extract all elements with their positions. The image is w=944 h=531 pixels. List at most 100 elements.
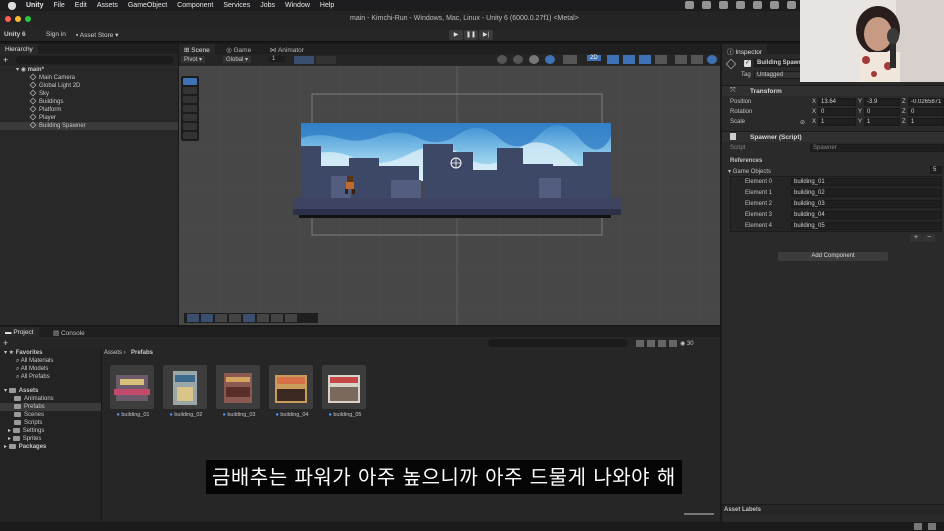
pause-button[interactable]: ❚❚	[464, 30, 478, 40]
visibility-icon[interactable]	[669, 339, 677, 347]
tab-inspector[interactable]: ⓘ Inspector	[722, 44, 768, 56]
notification-icon[interactable]	[928, 523, 936, 530]
rect-tool-icon[interactable]	[183, 114, 197, 121]
hierarchy-search-input[interactable]	[16, 56, 174, 64]
global-dropdown[interactable]: Global ▾	[223, 56, 252, 63]
prefab-building-02[interactable]: ● building_02	[163, 365, 209, 418]
favorites-item[interactable]: ⌕ All Prefabs	[16, 373, 50, 381]
status-icon[interactable]	[685, 1, 694, 9]
camera-icon[interactable]	[675, 55, 687, 64]
menu-window[interactable]: Window	[285, 2, 310, 9]
erase-tile-icon[interactable]	[257, 314, 269, 322]
folder-item[interactable]: Scripts	[14, 419, 42, 427]
scale-z-field[interactable]: 1	[908, 118, 944, 126]
list-item[interactable]: Element 4 building_05	[731, 222, 941, 232]
custom-tool-icon[interactable]	[183, 132, 197, 139]
menu-help[interactable]: Help	[320, 2, 334, 9]
fx-toggle-icon[interactable]	[639, 55, 651, 64]
paint-tile-icon[interactable]	[215, 314, 227, 322]
tab-game[interactable]: ◎ Game	[221, 44, 256, 54]
zoom-window-button[interactable]	[25, 16, 31, 22]
list-item[interactable]: Element 1 building_02	[731, 189, 941, 199]
pivot-dropdown[interactable]: Pivot ▾	[181, 56, 206, 63]
progress-icon[interactable]	[914, 523, 922, 530]
rotation-z-field[interactable]: 0	[908, 108, 944, 116]
step-button[interactable]: ▶|	[479, 30, 493, 40]
status-icon[interactable]	[770, 1, 779, 9]
minimize-window-button[interactable]	[15, 16, 21, 22]
snap-toggle-button[interactable]	[316, 56, 336, 64]
active-checkbox[interactable]: ✓	[744, 60, 751, 67]
hierarchy-item-building-spawner[interactable]: Building Spawner	[0, 122, 178, 130]
menu-file[interactable]: File	[54, 2, 65, 9]
pick-tile-icon[interactable]	[243, 314, 255, 322]
spawner-script-header[interactable]: Spawner (Script)	[722, 131, 944, 142]
menu-gameobject[interactable]: GameObject	[128, 2, 167, 9]
hierarchy-item-platform[interactable]: Platform	[0, 106, 178, 114]
tag-dropdown[interactable]: Untagged	[754, 71, 804, 79]
list-item[interactable]: Element 0 building_01	[731, 178, 941, 188]
scene-viewport[interactable]	[179, 66, 720, 325]
element-object-field[interactable]: building_01	[791, 178, 941, 186]
hierarchy-item-player[interactable]: Player	[0, 114, 178, 122]
folder-item[interactable]: ▸ Sprites	[8, 435, 41, 443]
status-icon[interactable]	[736, 1, 745, 9]
scale-tool-icon[interactable]	[183, 105, 197, 112]
prefab-building-05[interactable]: ● building_05	[322, 365, 368, 418]
rotation-y-field[interactable]: 0	[864, 108, 900, 116]
thumbnail-size-slider[interactable]	[684, 513, 714, 515]
constrain-scale-icon[interactable]: ⊘	[800, 119, 805, 126]
rotate-tile-icon[interactable]	[285, 314, 297, 322]
element-object-field[interactable]: building_04	[791, 211, 941, 219]
script-field[interactable]: Spawner	[810, 144, 944, 152]
move-tile-icon[interactable]	[201, 314, 213, 322]
hierarchy-item-sky[interactable]: Sky	[0, 90, 178, 98]
effects-icon[interactable]	[563, 55, 577, 64]
gizmos-icon[interactable]	[691, 55, 703, 64]
audio-toggle-icon[interactable]	[623, 55, 635, 64]
filter-label-icon[interactable]	[647, 339, 655, 347]
scale-y-field[interactable]: 1	[864, 118, 900, 126]
element-object-field[interactable]: building_05	[791, 222, 941, 230]
hidden-objects-icon[interactable]	[655, 55, 667, 64]
grid-toggle-button[interactable]	[294, 56, 314, 64]
rotation-x-field[interactable]: 0	[818, 108, 856, 116]
audio-icon[interactable]	[545, 55, 555, 64]
packages-row[interactable]: ▸ Packages	[4, 443, 46, 451]
transform-header[interactable]: Transform	[722, 85, 944, 96]
status-icon[interactable]	[753, 1, 762, 9]
asset-labels-bar[interactable]: Asset Labels	[722, 504, 944, 515]
menu-edit[interactable]: Edit	[75, 2, 87, 9]
hand-tool-icon[interactable]	[183, 78, 197, 85]
apple-icon[interactable]	[8, 1, 16, 10]
mode-2d-button[interactable]: 2D	[587, 55, 601, 61]
add-element-button[interactable]: +	[910, 234, 922, 242]
menu-assets[interactable]: Assets	[97, 2, 118, 9]
create-asset-button[interactable]: +	[3, 338, 8, 348]
scene-view-icon[interactable]	[707, 55, 717, 64]
shading-icon[interactable]	[513, 55, 523, 64]
tab-hierarchy[interactable]: Hierarchy	[0, 44, 38, 54]
move-tool-icon[interactable]	[183, 87, 197, 94]
play-button[interactable]: ▶	[449, 30, 463, 40]
tab-console[interactable]: ▤ Console	[48, 327, 90, 337]
folder-item-selected[interactable]: Prefabs	[0, 403, 101, 411]
grid-snap-input[interactable]: 1	[269, 56, 286, 62]
account-button[interactable]: Unity 6	[4, 31, 26, 38]
prefab-building-04[interactable]: ● building_04	[269, 365, 315, 418]
favorites-item[interactable]: ⌕ All Materials	[16, 357, 53, 365]
folder-item[interactable]: Animations	[14, 395, 54, 403]
menu-app-name[interactable]: Unity	[26, 2, 44, 9]
favorite-icon[interactable]	[658, 339, 666, 347]
close-window-button[interactable]	[5, 16, 11, 22]
tab-project[interactable]: ▬ Project	[0, 327, 39, 337]
fill-tile-icon[interactable]	[271, 314, 283, 322]
select-tile-icon[interactable]	[187, 314, 199, 322]
menu-services[interactable]: Services	[223, 2, 250, 9]
position-y-field[interactable]: -3.9	[864, 98, 900, 106]
prefab-building-03[interactable]: ● building_03	[216, 365, 262, 418]
folder-item[interactable]: Scenes	[14, 411, 44, 419]
status-icon[interactable]	[719, 1, 728, 9]
scale-x-field[interactable]: 1	[818, 118, 856, 126]
hierarchy-item-buildings[interactable]: Buildings	[0, 98, 178, 106]
